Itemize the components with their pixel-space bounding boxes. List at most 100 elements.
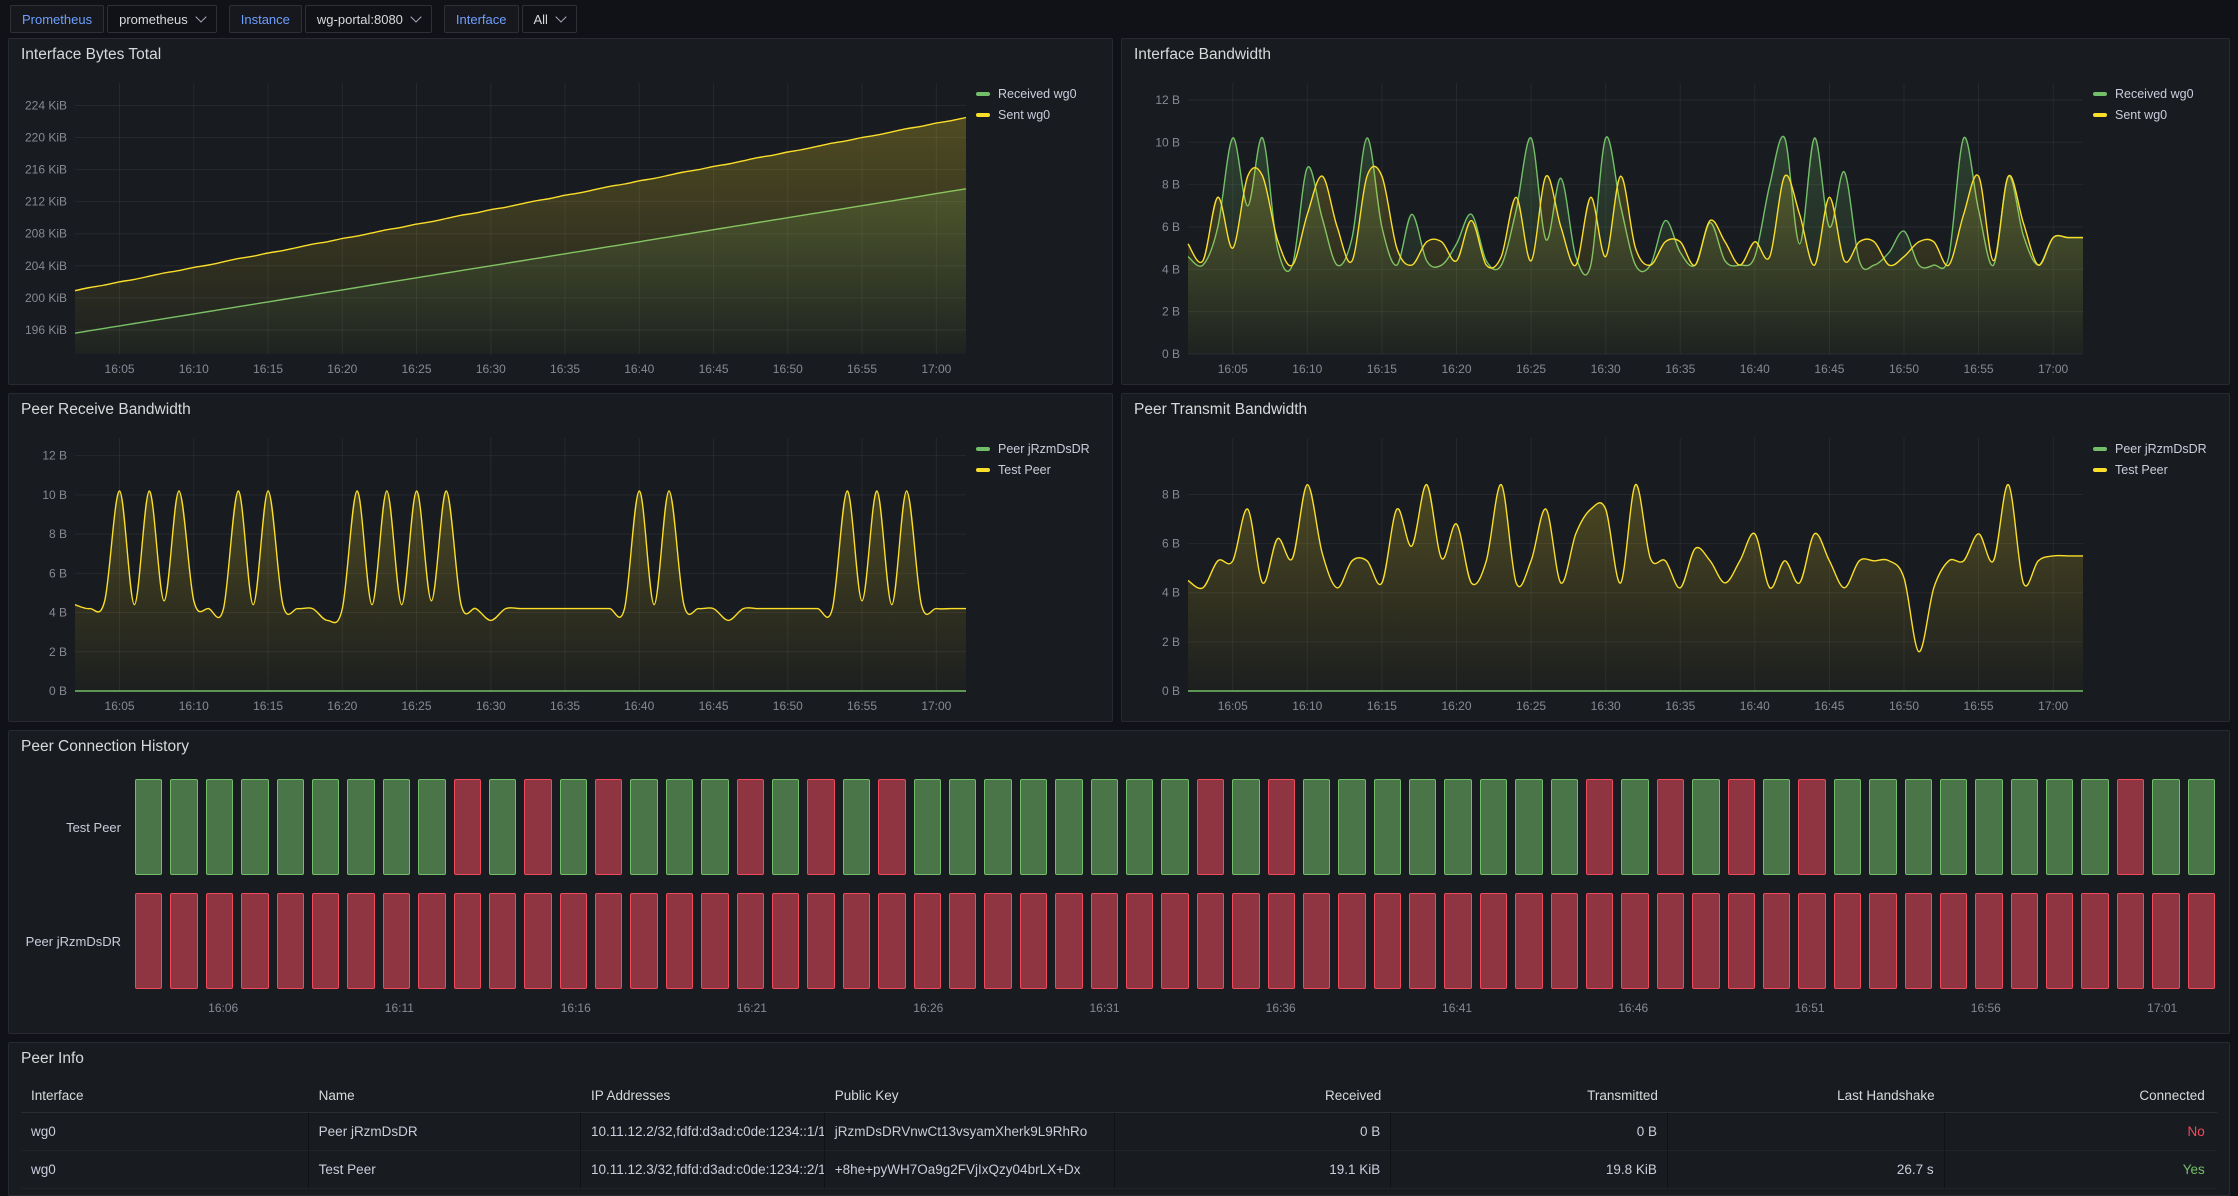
status-bar-connected — [135, 779, 162, 875]
legend-label: Test Peer — [998, 463, 1051, 477]
status-bar-disconnected — [206, 893, 233, 989]
legend-item[interactable]: Peer jRzmDsDR — [976, 438, 1104, 459]
chevron-down-icon — [555, 11, 566, 22]
status-bar-connected — [701, 779, 728, 875]
variable-value-text: prometheus — [119, 12, 188, 27]
legend-item[interactable]: Test Peer — [2093, 459, 2221, 480]
table-cell-public-key: +8he+pyWH7Oa9g2FVjIxQzy04brLX+Dx — [825, 1151, 1115, 1188]
legend-series-color-icon — [2093, 92, 2107, 96]
plot-area: 224 KiB220 KiB216 KiB212 KiB208 KiB204 K… — [17, 71, 976, 380]
variable-value-prometheus[interactable]: prometheus — [107, 5, 217, 33]
x-tick-label: 16:50 — [1889, 362, 1919, 376]
panel-title[interactable]: Interface Bytes Total — [21, 46, 161, 64]
status-bar-disconnected — [1905, 893, 1932, 989]
panel-peer-info: Peer Info InterfaceNameIP AddressesPubli… — [8, 1042, 2230, 1196]
legend: Received wg0 Sent wg0 — [976, 71, 1104, 380]
variable-label-instance: Instance — [229, 5, 302, 33]
status-bar-connected — [1621, 779, 1648, 875]
table-cell-transmitted: 0 B — [1391, 1113, 1668, 1150]
table-header-interface[interactable]: Interface — [21, 1079, 309, 1112]
status-bar-disconnected — [277, 893, 304, 989]
status-bar-connected — [206, 779, 233, 875]
table-header-transmitted[interactable]: Transmitted — [1391, 1079, 1668, 1112]
variable-value-instance[interactable]: wg-portal:8080 — [305, 5, 432, 33]
table-header-row: InterfaceNameIP AddressesPublic KeyRecei… — [21, 1079, 2217, 1113]
panel-title[interactable]: Peer Connection History — [21, 738, 189, 756]
variable-instance: Instance wg-portal:8080 — [229, 5, 432, 33]
panel-title[interactable]: Peer Info — [21, 1050, 84, 1068]
y-tick-label: 6 B — [1162, 220, 1180, 234]
x-tick-label: 16:50 — [1889, 699, 1919, 713]
status-bar-disconnected — [418, 893, 445, 989]
legend-item[interactable]: Sent wg0 — [976, 104, 1104, 125]
x-tick-label: 16:05 — [1218, 699, 1248, 713]
status-bar-disconnected — [347, 893, 374, 989]
table-cell-interface: wg0 — [21, 1151, 309, 1188]
status-bar-disconnected — [1303, 893, 1330, 989]
status-bar-connected — [2152, 779, 2179, 875]
y-tick-label: 208 KiB — [25, 227, 67, 241]
status-history-body: Test PeerPeer jRzmDsDR16:0616:1116:1616:… — [17, 765, 2215, 1027]
variable-value-interface[interactable]: All — [522, 5, 577, 33]
status-bar-disconnected — [2046, 893, 2073, 989]
status-history-x-axis: 16:0616:1116:1616:2116:2616:3116:3616:41… — [135, 997, 2215, 1021]
x-tick-label: 16:41 — [1442, 1001, 1472, 1015]
plot-area: 12 B10 B8 B6 B4 B2 B0 B16:0516:1016:1516… — [17, 426, 976, 717]
status-bar-disconnected — [1374, 893, 1401, 989]
status-bar-connected — [170, 779, 197, 875]
table-header-ip-addresses[interactable]: IP Addresses — [581, 1079, 825, 1112]
status-bar-connected — [1338, 779, 1365, 875]
x-tick-label: 16:20 — [1441, 699, 1471, 713]
status-bar-connected — [1161, 779, 1188, 875]
legend-item[interactable]: Peer jRzmDsDR — [2093, 438, 2221, 459]
y-tick-label: 12 B — [42, 449, 67, 463]
x-tick-label: 16:40 — [1740, 362, 1770, 376]
plot-area: 12 B10 B8 B6 B4 B2 B0 B16:0516:1016:1516… — [1130, 71, 2093, 380]
table-header-last-handshake[interactable]: Last Handshake — [1668, 1079, 1945, 1112]
x-tick-label: 16:20 — [1441, 362, 1471, 376]
legend-label: Sent wg0 — [998, 108, 1050, 122]
status-bar-connected — [1374, 779, 1401, 875]
table-header-received[interactable]: Received — [1115, 1079, 1392, 1112]
status-bar-connected — [241, 779, 268, 875]
status-bar-disconnected — [312, 893, 339, 989]
table-cell-last-handshake: 26.7 s — [1668, 1151, 1945, 1188]
x-tick-label: 16:50 — [773, 699, 803, 713]
status-bar-disconnected — [2081, 893, 2108, 989]
x-tick-label: 16:35 — [1665, 699, 1695, 713]
status-bar-disconnected — [737, 893, 764, 989]
legend-item[interactable]: Received wg0 — [976, 83, 1104, 104]
status-bar-disconnected — [949, 893, 976, 989]
status-bar-disconnected — [984, 893, 1011, 989]
legend-item[interactable]: Received wg0 — [2093, 83, 2221, 104]
y-tick-label: 4 B — [1162, 586, 1180, 600]
status-bar-connected — [1869, 779, 1896, 875]
panel-title[interactable]: Peer Receive Bandwidth — [21, 401, 191, 419]
status-bar-disconnected — [630, 893, 657, 989]
table-header-name[interactable]: Name — [309, 1079, 581, 1112]
status-bar-disconnected — [914, 893, 941, 989]
panel-title[interactable]: Peer Transmit Bandwidth — [1134, 401, 1307, 419]
status-bar-disconnected — [135, 893, 162, 989]
y-tick-label: 4 B — [49, 606, 67, 620]
panel-interface-bandwidth: Interface Bandwidth 12 B10 B8 B6 B4 B2 B… — [1121, 38, 2230, 385]
legend-series-color-icon — [976, 468, 990, 472]
legend-item[interactable]: Test Peer — [976, 459, 1104, 480]
status-bar-connected — [1055, 779, 1082, 875]
y-tick-label: 10 B — [1155, 135, 1180, 149]
x-tick-label: 16:15 — [253, 699, 283, 713]
status-bar-connected — [1975, 779, 2002, 875]
table-header-public-key[interactable]: Public Key — [825, 1079, 1115, 1112]
table-header-connected[interactable]: Connected — [1945, 1079, 2215, 1112]
table-row: wg0Peer jRzmDsDR10.11.12.2/32,fdfd:d3ad:… — [21, 1113, 2217, 1151]
status-bar-connected — [277, 779, 304, 875]
table-cell-interface: wg0 — [21, 1113, 309, 1150]
status-bar-disconnected — [1197, 893, 1224, 989]
status-bar-disconnected — [1551, 893, 1578, 989]
status-bar-disconnected — [1586, 893, 1613, 989]
legend-item[interactable]: Sent wg0 — [2093, 104, 2221, 125]
panel-peer-receive-bandwidth: Peer Receive Bandwidth 12 B10 B8 B6 B4 B… — [8, 393, 1113, 722]
status-bar-disconnected — [843, 893, 870, 989]
legend-series-color-icon — [976, 92, 990, 96]
panel-title[interactable]: Interface Bandwidth — [1134, 46, 1271, 64]
